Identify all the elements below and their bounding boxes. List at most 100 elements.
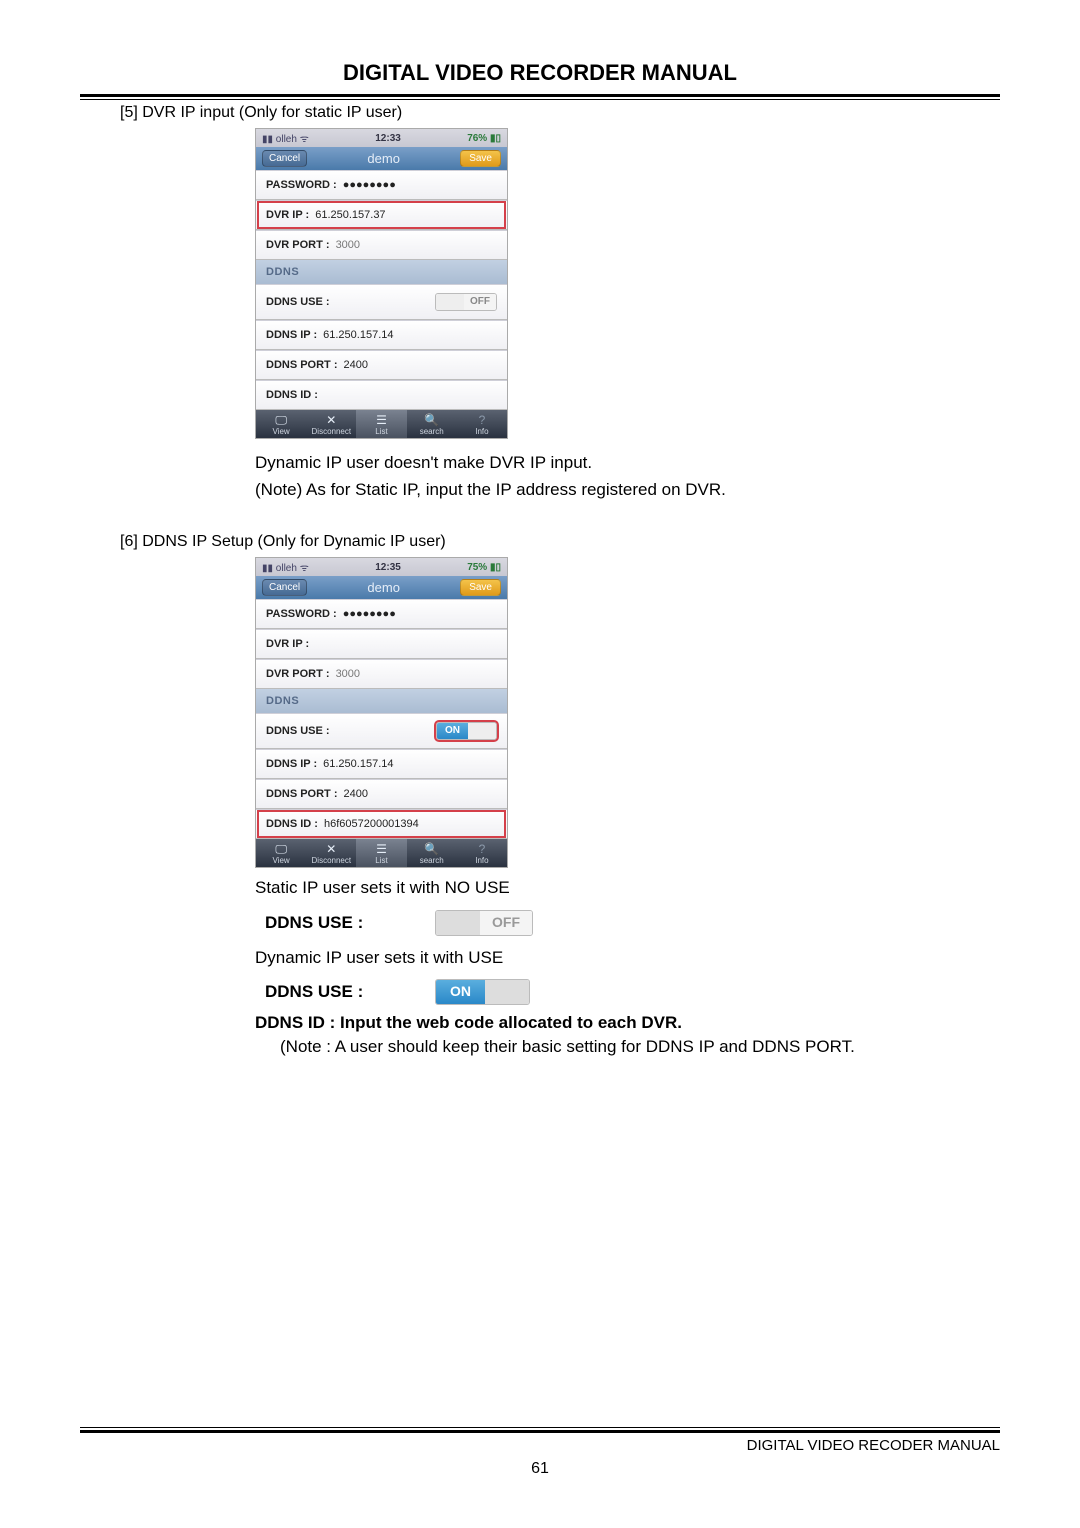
ddns-header: DDNS bbox=[256, 260, 507, 284]
clock-label: 12:33 bbox=[375, 133, 401, 144]
dvr-port-value: 3000 bbox=[336, 239, 360, 251]
phone-statusbar: ▮▮ olleh ᯤ 12:35 75% ▮▯ bbox=[256, 558, 507, 576]
phone-title: demo bbox=[367, 151, 400, 166]
ddns-ip-row[interactable]: DDNS IP : 61.250.157.14 bbox=[256, 749, 507, 779]
save-button[interactable]: Save bbox=[460, 150, 501, 167]
nav-list[interactable]: ☰List bbox=[356, 839, 406, 867]
toggle-pad bbox=[468, 723, 496, 739]
dvr-port-row[interactable]: DVR PORT : 3000 bbox=[256, 230, 507, 260]
search-icon: 🔍 bbox=[407, 842, 457, 856]
nav-list[interactable]: ☰List bbox=[356, 410, 406, 438]
ddns-use-toggle[interactable]: OFF bbox=[435, 293, 497, 311]
wifi-icon: ᯤ bbox=[300, 563, 309, 574]
phone-header: Cancel demo Save bbox=[256, 576, 507, 599]
toggle-off-label: OFF bbox=[464, 294, 496, 310]
ddns-id-label: DDNS ID : bbox=[266, 389, 318, 401]
ddns-ip-label: DDNS IP : bbox=[266, 758, 317, 770]
section5-text1: Dynamic IP user doesn't make DVR IP inpu… bbox=[255, 449, 1000, 476]
page-title: DIGITAL VIDEO RECORDER MANUAL bbox=[80, 60, 1000, 86]
ddns-port-row[interactable]: DDNS PORT : 2400 bbox=[256, 779, 507, 809]
nav-disconnect[interactable]: ✕Disconnect bbox=[306, 839, 356, 867]
section6-label: [6] DDNS IP Setup (Only for Dynamic IP u… bbox=[120, 533, 1000, 551]
disconnect-icon: ✕ bbox=[306, 413, 356, 427]
cancel-button[interactable]: Cancel bbox=[262, 150, 307, 167]
password-label: PASSWORD : bbox=[266, 179, 337, 191]
ddns-header: DDNS bbox=[256, 689, 507, 713]
ddns-port-label: DDNS PORT : bbox=[266, 359, 338, 371]
toggle-pad bbox=[436, 294, 464, 310]
ddns-ip-row[interactable]: DDNS IP : 61.250.157.14 bbox=[256, 320, 507, 350]
disconnect-icon: ✕ bbox=[306, 842, 356, 856]
dvr-port-label: DVR PORT : bbox=[266, 668, 330, 680]
toggle-off-label: OFF bbox=[480, 911, 532, 935]
list-icon: ☰ bbox=[356, 413, 406, 427]
ddns-port-row[interactable]: DDNS PORT : 2400 bbox=[256, 350, 507, 380]
ddns-use-row: DDNS USE : ON bbox=[256, 713, 507, 749]
note-line: (Note : A user should keep their basic s… bbox=[280, 1037, 1000, 1057]
save-button[interactable]: Save bbox=[460, 579, 501, 596]
dvr-ip-value: 61.250.157.37 bbox=[315, 209, 385, 221]
phone-title: demo bbox=[367, 580, 400, 595]
dvr-ip-label: DVR IP : bbox=[266, 209, 309, 221]
header-rule bbox=[80, 94, 1000, 100]
battery-icon: ▮▯ bbox=[490, 562, 501, 573]
wifi-icon: ᯤ bbox=[300, 134, 309, 145]
dvr-ip-label: DVR IP : bbox=[266, 638, 309, 650]
clock-label: 12:35 bbox=[375, 562, 401, 573]
password-row[interactable]: PASSWORD : ●●●●●●●● bbox=[256, 599, 507, 629]
section6-text1: Static IP user sets it with NO USE bbox=[255, 874, 1000, 901]
ddns-id-row[interactable]: DDNS ID : bbox=[256, 380, 507, 410]
ddns-port-value: 2400 bbox=[344, 788, 368, 800]
ddns-ip-value: 61.250.157.14 bbox=[323, 758, 393, 770]
ddns-id-row[interactable]: DDNS ID : h6f6057200001394 bbox=[256, 809, 507, 839]
ddns-ip-label: DDNS IP : bbox=[266, 329, 317, 341]
footer-rule bbox=[80, 1427, 1000, 1433]
nav-view[interactable]: 🖵View bbox=[256, 839, 306, 867]
nav-info[interactable]: ?Info bbox=[457, 410, 507, 438]
nav-info[interactable]: ?Info bbox=[457, 839, 507, 867]
ddns-ip-value: 61.250.157.14 bbox=[323, 329, 393, 341]
dvr-port-label: DVR PORT : bbox=[266, 239, 330, 251]
page-number: 61 bbox=[80, 1460, 1000, 1478]
toggle-on-label: ON bbox=[437, 723, 468, 739]
battery-label: 76% ▮▯ bbox=[467, 133, 501, 144]
ddns-port-label: DDNS PORT : bbox=[266, 788, 338, 800]
phone-header: Cancel demo Save bbox=[256, 147, 507, 170]
ddns-use-toggle[interactable]: ON bbox=[436, 722, 497, 740]
phone-nav: 🖵View ✕Disconnect ☰List 🔍search ?Info bbox=[256, 839, 507, 867]
cancel-button[interactable]: Cancel bbox=[262, 579, 307, 596]
toggle-on[interactable]: ON bbox=[435, 979, 530, 1005]
search-icon: 🔍 bbox=[407, 413, 457, 427]
toggle-demo-label: DDNS USE : bbox=[265, 982, 435, 1002]
nav-search[interactable]: 🔍search bbox=[407, 410, 457, 438]
toggle-pad bbox=[485, 980, 529, 1004]
nav-search[interactable]: 🔍search bbox=[407, 839, 457, 867]
page-footer: DIGITAL VIDEO RECODER MANUAL 61 bbox=[80, 1427, 1000, 1478]
dvr-port-row[interactable]: DVR PORT : 3000 bbox=[256, 659, 507, 689]
phone-statusbar: ▮▮ olleh ᯤ 12:33 76% ▮▯ bbox=[256, 129, 507, 147]
info-icon: ? bbox=[457, 413, 507, 427]
phone-screenshot-5: ▮▮ olleh ᯤ 12:33 76% ▮▯ Cancel demo Save… bbox=[255, 128, 508, 439]
password-value: ●●●●●●●● bbox=[343, 608, 396, 620]
monitor-icon: 🖵 bbox=[256, 842, 306, 856]
section5-text2: (Note) As for Static IP, input the IP ad… bbox=[255, 476, 1000, 503]
signal-icon: ▮▮ bbox=[262, 134, 273, 145]
dvr-ip-row[interactable]: DVR IP : bbox=[256, 629, 507, 659]
phone-screenshot-6: ▮▮ olleh ᯤ 12:35 75% ▮▯ Cancel demo Save… bbox=[255, 557, 508, 868]
signal-icon: ▮▮ bbox=[262, 563, 273, 574]
nav-disconnect[interactable]: ✕Disconnect bbox=[306, 410, 356, 438]
ddns-use-label: DDNS USE : bbox=[266, 725, 330, 737]
ddns-id-label: DDNS ID : bbox=[266, 818, 318, 830]
password-row[interactable]: PASSWORD : ●●●●●●●● bbox=[256, 170, 507, 200]
password-label: PASSWORD : bbox=[266, 608, 337, 620]
toggle-demo-off: DDNS USE : OFF bbox=[265, 910, 1000, 936]
dvr-ip-row[interactable]: DVR IP : 61.250.157.37 bbox=[256, 200, 507, 230]
nav-view[interactable]: 🖵View bbox=[256, 410, 306, 438]
list-icon: ☰ bbox=[356, 842, 406, 856]
info-icon: ? bbox=[457, 842, 507, 856]
ddns-use-row: DDNS USE : OFF bbox=[256, 284, 507, 320]
monitor-icon: 🖵 bbox=[256, 413, 306, 427]
phone-nav: 🖵View ✕Disconnect ☰List 🔍search ?Info bbox=[256, 410, 507, 438]
ddns-id-bold: DDNS ID : Input the web code allocated t… bbox=[255, 1013, 1000, 1033]
toggle-off[interactable]: OFF bbox=[435, 910, 533, 936]
